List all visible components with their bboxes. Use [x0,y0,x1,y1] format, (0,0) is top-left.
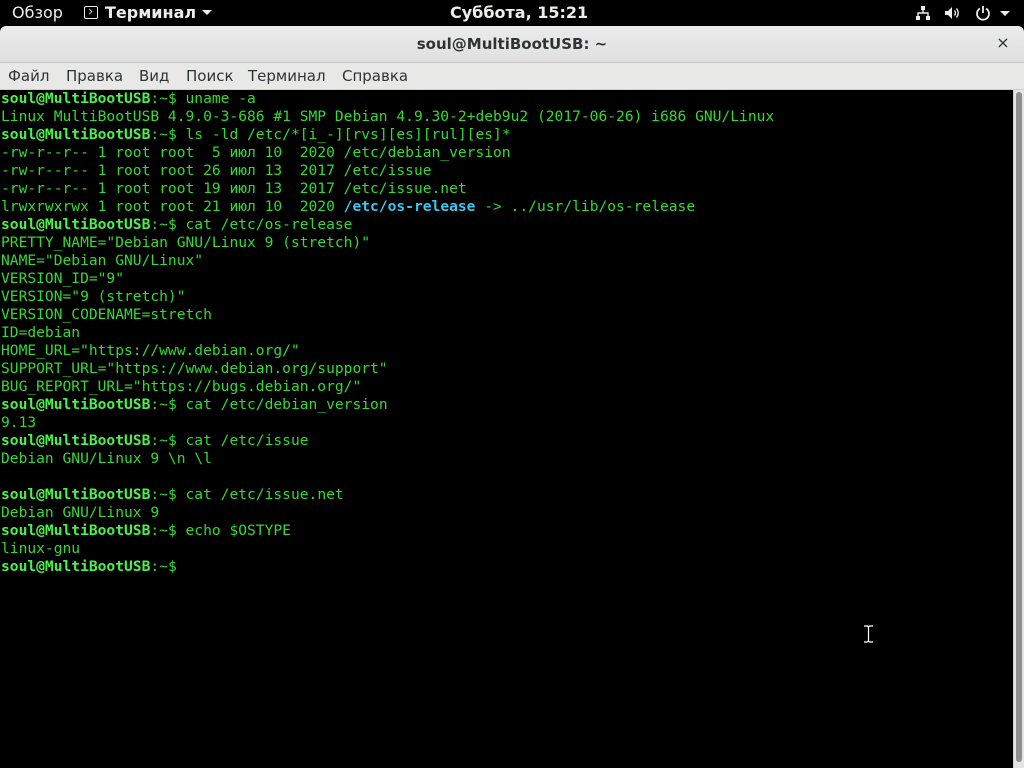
close-icon[interactable]: × [994,33,1012,53]
clock[interactable]: Суббота, 15:21 [450,3,588,22]
terminal-output-line: -rw-r--r-- 1 root root 5 июл 10 2020 /et… [1,144,511,161]
chevron-down-icon [202,10,213,15]
terminal-output-line: Debian GNU/Linux 9 [1,504,160,521]
terminal-area[interactable]: soul@MultiBootUSB:~$ uname -a Linux Multi… [0,90,1013,768]
terminal-output-line: SUPPORT_URL="https://www.debian.org/supp… [1,360,388,377]
text-cursor-icon [864,625,873,643]
prompt-user-host: soul@MultiBootUSB [1,522,151,539]
command-text: cat /etc/os-release [176,216,353,233]
command-text: cat /etc/debian_version [176,396,388,413]
terminal-output-line: -rw-r--r-- 1 root root 19 июл 13 2017 /e… [1,180,467,197]
prompt-suffix: :~$ [150,558,177,575]
prompt-user-host: soul@MultiBootUSB [1,558,151,575]
prompt-suffix: :~$ [150,90,177,107]
symlink-target: -> ../usr/lib/os-release [475,198,696,215]
prompt-user-host: soul@MultiBootUSB [1,216,151,233]
terminal-output-line: NAME="Debian GNU/Linux" [1,252,204,269]
terminal-output-line: VERSION_ID="9" [1,270,125,287]
top-bar: Обзор Терминал Суббота, 15:21 [0,0,1024,26]
terminal-command-line: soul@MultiBootUSB:~$ cat /etc/issue.net [0,486,1013,504]
command-text: ls -ld /etc/*[i_-][rvs][es][rul][es]* [176,126,511,143]
terminal-command-line: soul@MultiBootUSB:~$ uname -a [0,90,1013,108]
command-text: cat /etc/issue.net [176,486,344,503]
terminal-app-icon [84,6,98,19]
window-title: soul@MultiBootUSB: ~ [416,35,608,53]
terminal-output-line: VERSION_CODENAME=stretch [1,306,212,323]
app-menu-label: Терминал [105,3,197,22]
prompt-user-host: soul@MultiBootUSB [1,126,151,143]
prompt-suffix: :~$ [150,396,177,413]
scrollbar[interactable] [1013,90,1024,768]
terminal-output-line: HOME_URL="https://www.debian.org/" [1,342,300,359]
app-menu[interactable]: Терминал [84,3,213,22]
terminal-output-line: linux-gnu [1,540,81,557]
command-text: echo $OSTYPE [176,522,291,539]
terminal-command-line: soul@MultiBootUSB:~$ echo $OSTYPE [0,522,1013,540]
terminal-output-line: BUG_REPORT_URL="https://bugs.debian.org/… [1,378,362,395]
terminal-command-line: soul@MultiBootUSB:~$ cat /etc/debian_ver… [0,396,1013,414]
prompt-suffix: :~$ [150,432,177,449]
scrollbar-thumb[interactable] [1016,92,1022,762]
output-text: lrwxrwxrwx 1 root root 21 июл 10 2020 [1,198,344,215]
command-text [177,558,186,575]
activities-button[interactable]: Обзор [12,3,63,22]
prompt-suffix: :~$ [150,522,177,539]
network-icon [915,5,931,21]
menu-search[interactable]: Поиск [186,67,234,85]
menu-view[interactable]: Вид [139,67,169,85]
prompt-user-host: soul@MultiBootUSB [1,432,151,449]
chevron-down-icon [1000,10,1010,16]
terminal-output-line: Debian GNU/Linux 9 \n \l [1,450,212,467]
terminal-command-line: soul@MultiBootUSB:~$ cat /etc/os-release [0,216,1013,234]
menu-terminal[interactable]: Терминал [248,67,326,85]
terminal-output-line: PRETTY_NAME="Debian GNU/Linux 9 (stretch… [1,234,371,251]
prompt-suffix: :~$ [150,486,177,503]
terminal-output-line: -rw-r--r-- 1 root root 26 июл 13 2017 /e… [1,162,432,179]
prompt-user-host: soul@MultiBootUSB [1,396,151,413]
symlink-name: /etc/os-release [343,198,476,215]
prompt-suffix: :~$ [150,216,177,233]
menu-file[interactable]: Файл [8,67,49,85]
terminal-output-line: 9.13 [1,414,37,431]
terminal-command-line: soul@MultiBootUSB:~$ ls -ld /etc/*[i_-][… [0,126,1013,144]
system-tray[interactable] [915,5,1010,21]
prompt-user-host: soul@MultiBootUSB [1,486,151,503]
window-titlebar[interactable]: soul@MultiBootUSB: ~ × [0,26,1024,63]
menu-help[interactable]: Справка [342,67,408,85]
prompt-user-host: soul@MultiBootUSB [1,90,151,107]
power-icon [975,5,1010,21]
terminal-command-line: soul@MultiBootUSB:~$ cat /etc/issue [0,432,1013,450]
terminal-output-line: ID=debian [1,324,81,341]
terminal-output-line: lrwxrwxrwx 1 root root 21 июл 10 2020 /e… [0,198,1013,216]
terminal-output-line: Linux MultiBootUSB 4.9.0-3-686 #1 SMP De… [1,108,775,125]
terminal-output-line: VERSION="9 (stretch)" [1,288,186,305]
volume-icon [944,5,962,21]
menu-bar: Файл Правка Вид Поиск Терминал Справка [0,63,1024,90]
terminal-command-line: soul@MultiBootUSB:~$ [0,558,1013,576]
command-text: uname -a [176,90,256,107]
prompt-suffix: :~$ [150,126,177,143]
command-text: cat /etc/issue [176,432,309,449]
menu-edit[interactable]: Правка [66,67,123,85]
